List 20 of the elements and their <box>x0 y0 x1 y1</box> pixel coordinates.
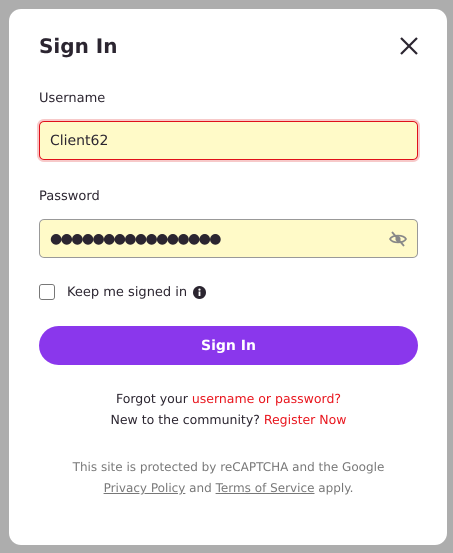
field-label: Password <box>39 189 101 205</box>
checkbox-label[interactable]: Keep me signed in <box>67 284 188 300</box>
checkbox[interactable] <box>39 284 55 300</box>
register-text: New to the community? <box>110 412 261 427</box>
forgot-link[interactable]: username or password? <box>192 391 342 406</box>
terms-link[interactable]: Terms of Service <box>216 481 314 495</box>
dialog-title: Sign In <box>39 34 118 58</box>
close-icon[interactable] <box>399 36 419 56</box>
info-icon[interactable] <box>193 286 206 298</box>
forgot-text: Forgot your <box>116 391 189 406</box>
recaptcha-text: apply. <box>317 481 354 495</box>
register-link[interactable]: Register Now <box>264 412 347 427</box>
recaptcha-text: This site is protected by reCAPTCHA and the Google <box>72 459 386 476</box>
field-label: Username <box>39 91 106 107</box>
recaptcha-text: and <box>188 481 213 495</box>
password-field[interactable]: ●●●●●●●●●●●●●●●● <box>39 219 418 258</box>
privacy-link[interactable]: Privacy Policy <box>104 481 186 495</box>
sign-in-button[interactable]: Sign In <box>39 326 418 365</box>
username-field[interactable]: Client62 <box>39 121 418 160</box>
eye-slash-icon[interactable] <box>389 230 407 246</box>
